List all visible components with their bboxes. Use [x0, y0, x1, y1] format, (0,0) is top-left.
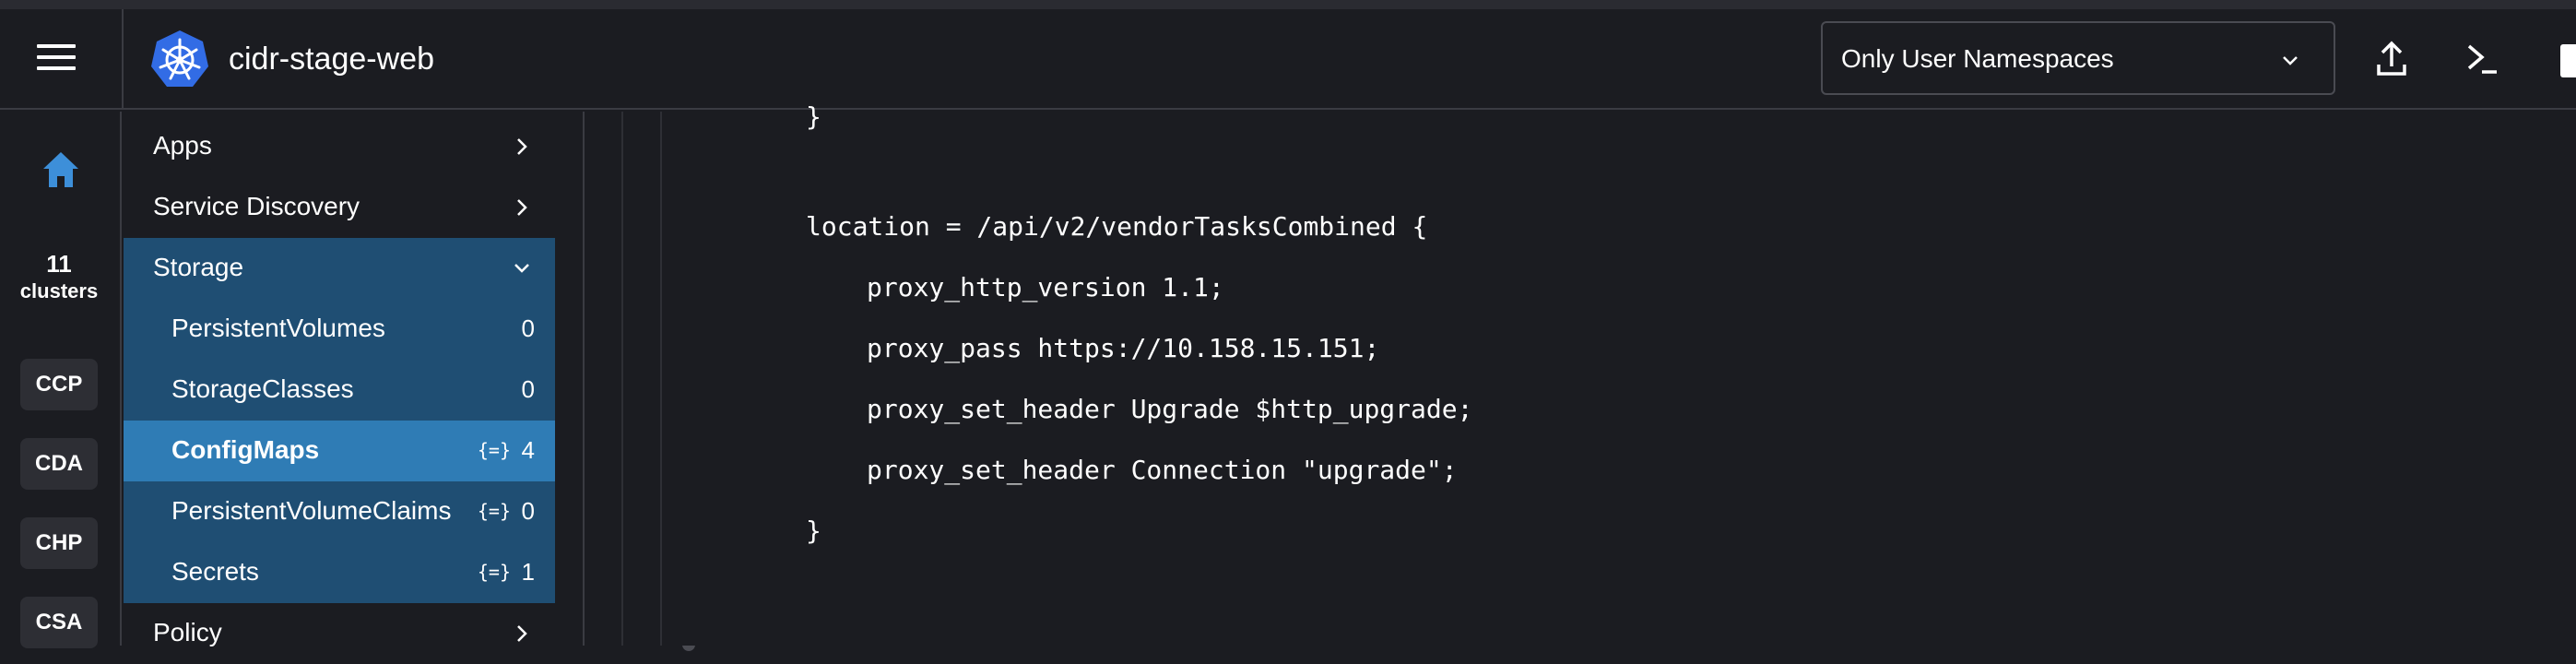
- sidebar-item-label: Policy: [153, 618, 222, 646]
- editor-indent-guide: [660, 112, 662, 646]
- sidebar-item-label: PersistentVolumes: [171, 314, 385, 342]
- terminal-icon[interactable]: [2460, 37, 2504, 81]
- chevron-right-icon: [517, 138, 527, 155]
- upload-icon[interactable]: [2369, 37, 2414, 81]
- sidebar-item-apps[interactable]: Apps: [124, 116, 555, 177]
- namespaced-icon: {=}: [477, 500, 511, 522]
- sidebar-item-configmaps[interactable]: ConfigMaps {=} 4: [124, 421, 555, 481]
- code-line[interactable]: proxy_http_version 1.1;: [867, 269, 1224, 306]
- code-line[interactable]: proxy_pass https://10.158.15.151;: [867, 330, 1379, 367]
- code-line[interactable]: proxy_set_header Upgrade $http_upgrade;: [867, 391, 1472, 428]
- kubernetes-logo-icon: [151, 30, 208, 87]
- side-navigation: Apps Service Discovery Storage Persisten…: [124, 112, 695, 651]
- chevron-down-icon: [2283, 56, 2298, 65]
- code-line[interactable]: }: [806, 513, 821, 550]
- sidebar-item-persistentvolumeclaims[interactable]: PersistentVolumeClaims {=} 0: [124, 481, 555, 542]
- chevron-right-icon: [517, 625, 527, 642]
- window-top-strip: [0, 0, 2576, 9]
- resource-count: 0: [521, 375, 535, 403]
- sidebar-item-label: Service Discovery: [153, 192, 360, 220]
- namespace-filter-value: Only User Namespaces: [1841, 44, 2114, 73]
- resource-count: 0: [521, 497, 535, 525]
- sidebar-item-label: StorageClasses: [171, 374, 354, 403]
- header-divider: [122, 9, 124, 110]
- namespace-filter-select[interactable]: Only User Namespaces: [1821, 21, 2335, 95]
- sidebar-item-label: Secrets: [171, 557, 259, 586]
- top-header: cidr-stage-web Only User Namespaces: [0, 9, 2576, 110]
- chevron-down-icon: [514, 264, 529, 273]
- clusters-label: clusters: [19, 279, 99, 302]
- cluster-name[interactable]: cidr-stage-web: [229, 39, 434, 79]
- chevron-right-icon: [517, 199, 527, 216]
- code-line[interactable]: location = /api/v2/vendorTasksCombined {: [806, 208, 1427, 245]
- resource-count: 0: [521, 314, 535, 342]
- storage-group: Storage PersistentVolumes 0 StorageClass…: [124, 238, 555, 603]
- sidebar-item-label: ConfigMaps: [171, 435, 320, 464]
- resource-count: 1: [521, 558, 535, 586]
- code-line[interactable]: }: [806, 99, 821, 136]
- resource-count: 4: [521, 436, 535, 464]
- sidebar-item-label: Storage: [153, 253, 244, 281]
- sidebar-item-persistentvolumes[interactable]: PersistentVolumes 0: [124, 299, 555, 360]
- hamburger-menu-icon[interactable]: [37, 44, 76, 72]
- config-editor[interactable]: } location = /api/v2/vendorTasksCombined…: [585, 101, 2576, 646]
- sidebar-item-storage[interactable]: Storage: [124, 238, 555, 299]
- cluster-badge-ccp[interactable]: CCP: [20, 359, 98, 410]
- namespaced-icon: {=}: [477, 561, 511, 583]
- sidebar-item-storageclasses[interactable]: StorageClasses 0: [124, 360, 555, 421]
- sidebar-item-policy[interactable]: Policy: [124, 603, 555, 664]
- code-line[interactable]: proxy_set_header Connection "upgrade";: [867, 452, 1458, 489]
- namespaced-icon: {=}: [477, 439, 511, 461]
- cluster-badge-cda[interactable]: CDA: [20, 438, 98, 490]
- home-icon[interactable]: [40, 148, 82, 191]
- editor-gutter-line: [621, 112, 623, 646]
- sidebar-item-service-discovery[interactable]: Service Discovery: [124, 177, 555, 238]
- clusters-count: 11: [46, 250, 72, 278]
- cluster-badge-csa[interactable]: CSA: [20, 597, 98, 648]
- sidebar-item-label: PersistentVolumeClaims: [171, 496, 452, 525]
- sidebar-item-label: Apps: [153, 131, 212, 160]
- cluster-rail: 11 clusters CCP CDA CHP CSA: [0, 112, 122, 648]
- overflow-action-button[interactable]: [2560, 44, 2576, 77]
- sidebar-item-secrets[interactable]: Secrets {=} 1: [124, 542, 555, 603]
- cluster-badge-chp[interactable]: CHP: [20, 517, 98, 569]
